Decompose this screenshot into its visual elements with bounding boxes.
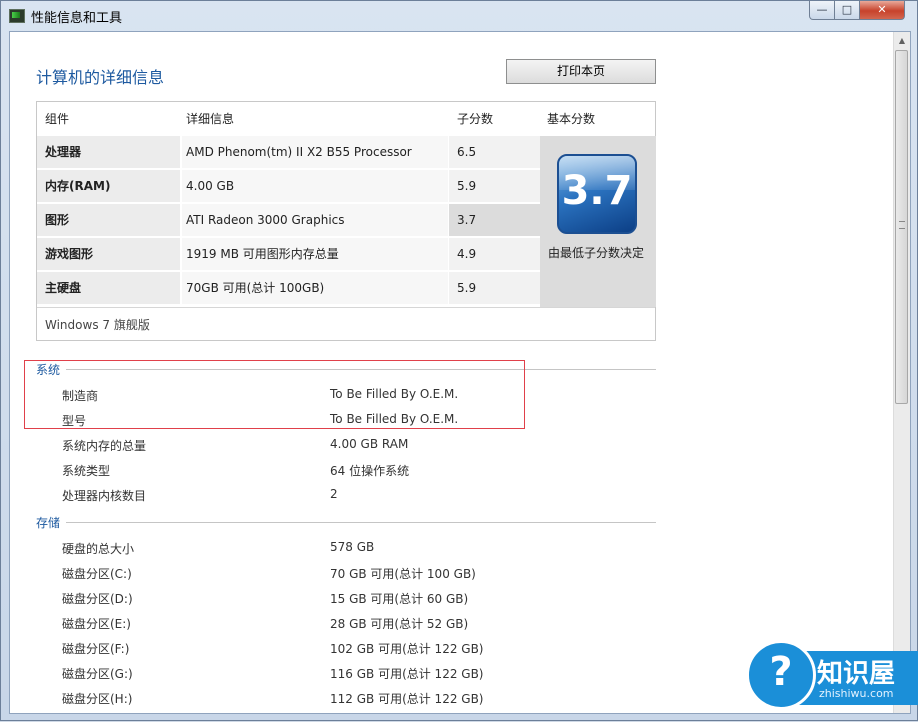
watermark-text: 知识屋 [817,659,896,689]
storage-value: 112 GB 可用(总计 122 GB) [330,692,484,706]
divider [37,307,655,308]
base-score-value: 3.7 [561,168,633,214]
system-label: 系统内存的总量 [62,439,147,453]
storage-value: 102 GB 可用(总计 122 GB) [330,642,484,656]
maximize-button[interactable]: □ [834,1,860,20]
content-area: 计算机的详细信息 打印本页 组件 详细信息 子分数 基本分数 处理器 AMD P… [9,31,911,714]
storage-value: 70 GB 可用(总计 100 GB) [330,567,476,581]
print-page-button[interactable]: 打印本页 [506,59,656,84]
system-value: 2 [330,487,338,501]
grip-icon [899,221,905,229]
base-score-badge: 3.7 [557,154,637,234]
base-score-panel: 3.7 由最低子分数决定 [540,136,656,307]
base-score-note: 由最低子分数决定 [548,246,645,260]
row-subscore: 5.9 [449,272,540,304]
row-component: 图形 [37,204,180,236]
storage-label: 硬盘的总大小 [62,542,135,556]
performance-tools-window: 性能信息和工具 — □ ✕ 计算机的详细信息 打印本页 组件 详细信息 子分数 … [0,0,918,721]
system-label: 处理器内核数目 [62,489,147,503]
storage-value: 28 GB 可用(总计 52 GB) [330,617,469,631]
question-bubble-icon: ? [746,640,816,710]
row-details: 1919 MB 可用图形内存总量 [182,238,448,270]
table-row: 内存(RAM) 4.00 GB 5.9 [37,170,540,202]
scroll-up-icon[interactable]: ▲ [894,32,910,49]
row-subscore: 4.9 [449,238,540,270]
row-details: ATI Radeon 3000 Graphics [182,204,448,236]
storage-label: 磁盘分区(H:) [62,692,133,706]
row-component: 游戏图形 [37,238,180,270]
page-title: 计算机的详细信息 [36,68,165,87]
performance-monitor-icon [9,9,25,23]
table-row: 处理器 AMD Phenom(tm) II X2 B55 Processor 6… [37,136,540,168]
windows-edition: Windows 7 旗舰版 [45,318,150,332]
system-value: 4.00 GB RAM [330,437,409,451]
scroll-thumb[interactable] [895,50,908,404]
storage-label: 磁盘分区(F:) [62,642,130,656]
divider [66,522,656,523]
row-component: 处理器 [37,136,180,168]
title-bar[interactable]: 性能信息和工具 — □ ✕ [1,1,917,31]
row-subscore: 5.9 [449,170,540,202]
storage-label: 磁盘分区(C:) [62,567,132,581]
storage-value: 116 GB 可用(总计 122 GB) [330,667,484,681]
table-row: 游戏图形 1919 MB 可用图形内存总量 4.9 [37,238,540,270]
header-component: 组件 [45,112,70,126]
header-subscore: 子分数 [457,112,494,126]
system-value: 64 位操作系统 [330,464,410,478]
row-details: AMD Phenom(tm) II X2 B55 Processor [182,136,448,168]
row-subscore: 6.5 [449,136,540,168]
row-details: 4.00 GB [182,170,448,202]
row-details: 70GB 可用(总计 100GB) [182,272,448,304]
storage-value: 578 GB [330,540,375,554]
highlight-box [24,360,525,429]
section-title-storage: 存储 [36,516,61,530]
header-base-score: 基本分数 [547,112,596,126]
window-title: 性能信息和工具 [31,11,123,26]
score-table: 组件 详细信息 子分数 基本分数 处理器 AMD Phenom(tm) II X… [36,101,656,341]
close-button[interactable]: ✕ [859,1,905,20]
vertical-scrollbar[interactable]: ▲ [893,32,910,713]
watermark-domain: zhishiwu.com [819,687,894,700]
minimize-button[interactable]: — [809,1,835,20]
storage-label: 磁盘分区(D:) [62,592,133,606]
system-label: 系统类型 [62,464,111,478]
header-details: 详细信息 [186,112,235,126]
row-component: 内存(RAM) [37,170,180,202]
table-row: 主硬盘 70GB 可用(总计 100GB) 5.9 [37,272,540,304]
row-subscore-lowest: 3.7 [449,204,540,236]
storage-label: 磁盘分区(G:) [62,667,133,681]
watermark-logo: 知识屋 zhishiwu.com ? [743,637,918,722]
table-row: 图形 ATI Radeon 3000 Graphics 3.7 [37,204,540,236]
storage-label: 磁盘分区(E:) [62,617,131,631]
row-component: 主硬盘 [37,272,180,304]
storage-value: 15 GB 可用(总计 60 GB) [330,592,469,606]
